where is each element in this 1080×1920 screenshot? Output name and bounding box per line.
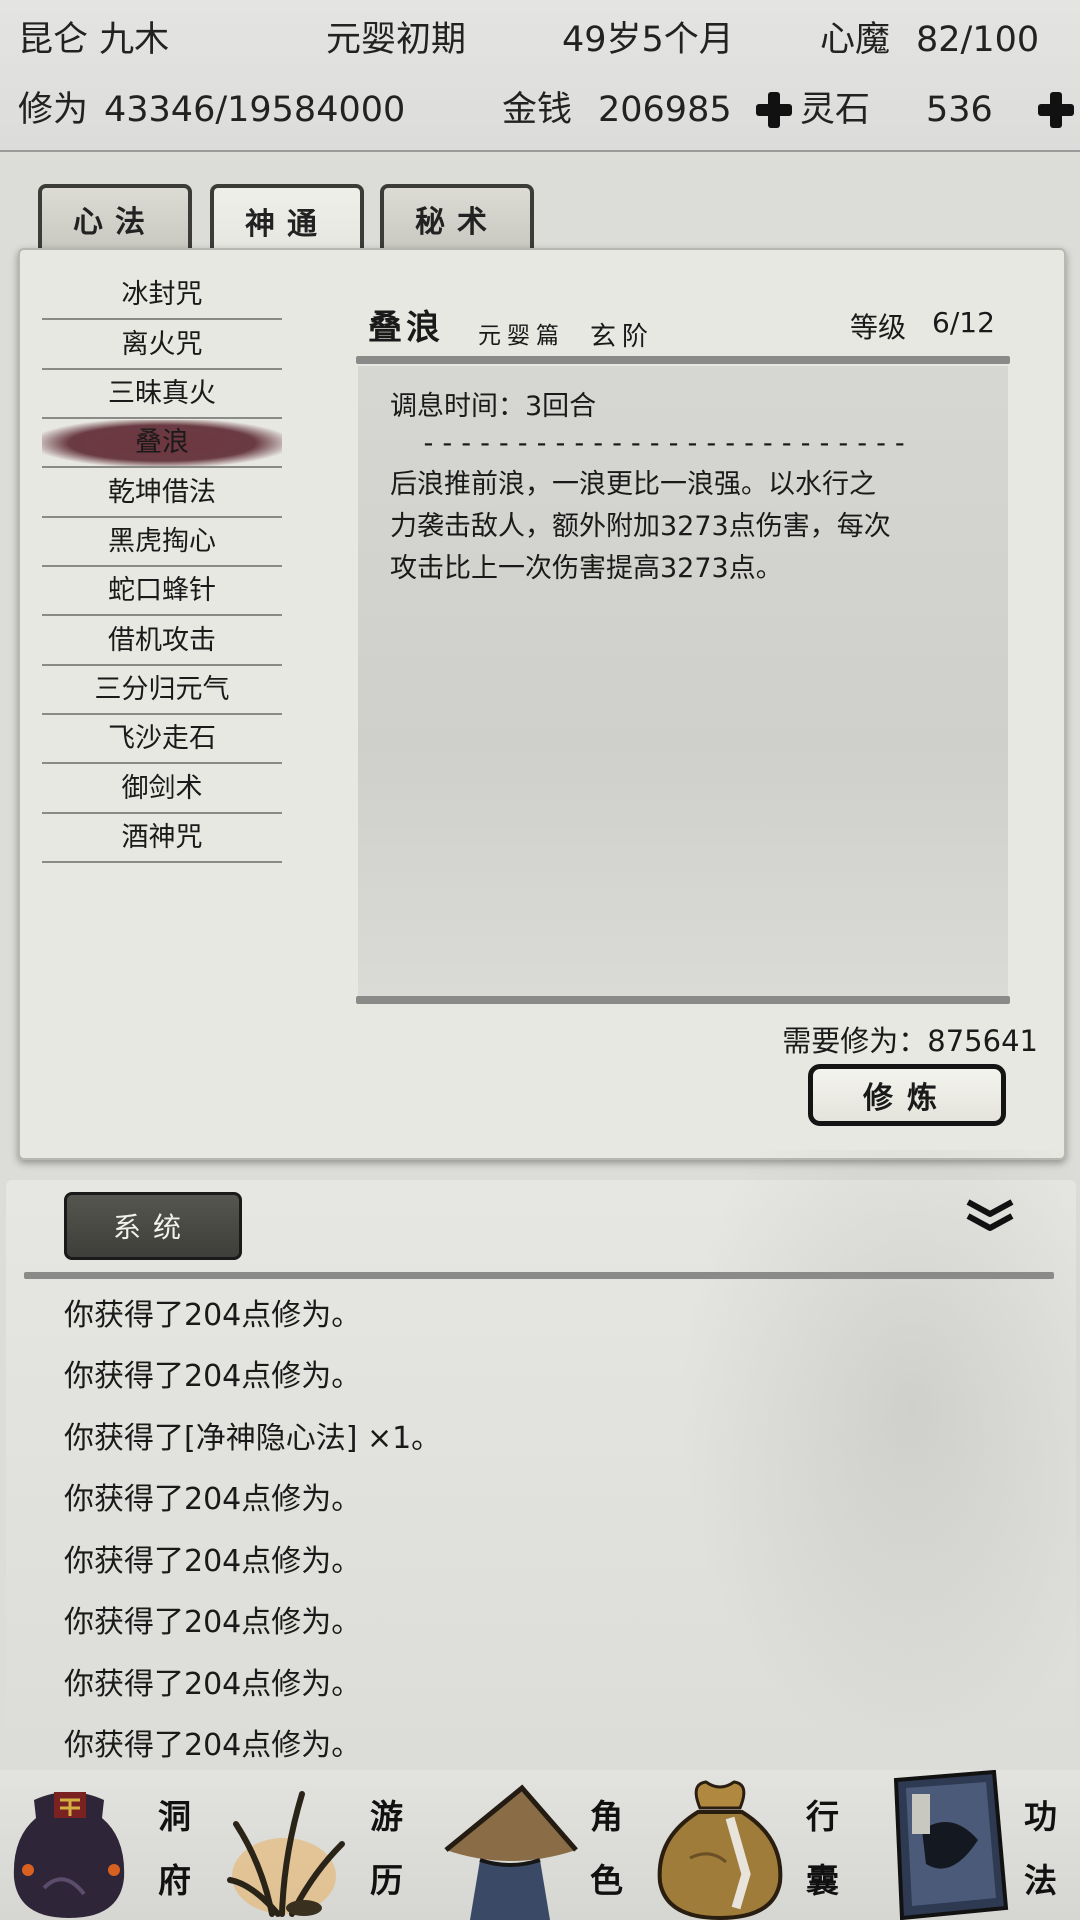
required-cultivation: 需要修为：875641 bbox=[782, 1018, 1038, 1060]
ink-mountain-backdrop bbox=[660, 1150, 1080, 1790]
nav-juese-label-top: 角 bbox=[590, 1797, 623, 1836]
manual-book-icon bbox=[893, 1770, 1009, 1920]
nav-gongfa-label-top: 功 bbox=[1024, 1797, 1057, 1836]
money-label: 金钱 bbox=[502, 90, 573, 130]
skill-item-shekoufengzhen[interactable]: 蛇口蜂针 bbox=[42, 568, 282, 616]
skill-item-dielang[interactable]: 叠浪 bbox=[42, 420, 282, 468]
skill-item-yujianshu[interactable]: 御剑术 bbox=[42, 766, 282, 814]
log-line: 你获得了204点修为。 bbox=[64, 1482, 362, 1517]
log-line: 你获得了204点修为。 bbox=[64, 1298, 362, 1333]
system-log-tab[interactable]: 系统 bbox=[64, 1192, 242, 1260]
straw-hat-character-icon bbox=[444, 1784, 578, 1920]
nav-youli-label-top: 游 bbox=[370, 1797, 403, 1836]
skill-item-qiankunjiefa[interactable]: 乾坤借法 bbox=[42, 470, 282, 518]
skill-description-line-1: 后浪推前浪，一浪更比一浪强。以水行之 bbox=[390, 469, 876, 500]
skill-item-sanfenguiyuanqi[interactable]: 三分归元气 bbox=[42, 667, 282, 715]
required-cultivation-label: 需要修为： bbox=[782, 1024, 928, 1058]
add-money-icon[interactable] bbox=[754, 90, 794, 130]
heart-demon-label: 心魔 bbox=[820, 20, 891, 60]
collapse-chevron-icon[interactable] bbox=[962, 1198, 1018, 1234]
detail-bottom-divider bbox=[356, 996, 1010, 1004]
level-label: 等级 bbox=[850, 311, 907, 344]
skill-item-bingfengzhou[interactable]: 冰封咒 bbox=[42, 272, 282, 320]
nav-juese-label-bottom: 色 bbox=[590, 1861, 623, 1900]
cultivation-label: 修为 bbox=[18, 90, 89, 130]
detail-top-divider bbox=[356, 356, 1010, 364]
skill-item-feishazoushi[interactable]: 飞沙走石 bbox=[42, 716, 282, 764]
nav-xingnang-label-bottom: 囊 bbox=[806, 1861, 839, 1900]
log-line: 你获得了204点修为。 bbox=[64, 1728, 362, 1763]
add-spirit-stone-icon[interactable] bbox=[1036, 90, 1076, 130]
log-line: 你获得了204点修为。 bbox=[64, 1605, 362, 1640]
skill-grade: 玄阶 bbox=[590, 322, 655, 352]
log-line: 你获得了204点修为。 bbox=[64, 1359, 362, 1394]
skill-title: 叠浪 bbox=[368, 308, 444, 348]
player-age: 49岁5个月 bbox=[562, 20, 734, 60]
spirit-stone-value: 536 bbox=[926, 90, 993, 130]
cultivation-value: 43346/19584000 bbox=[104, 90, 406, 130]
log-line: 你获得了204点修为。 bbox=[64, 1667, 362, 1702]
description-separator: -------------------------- bbox=[420, 426, 911, 459]
skill-item-jiejigongji[interactable]: 借机攻击 bbox=[42, 618, 282, 666]
level-value: 6/12 bbox=[932, 306, 995, 339]
skill-item-lihuozhou[interactable]: 离火咒 bbox=[42, 322, 282, 370]
heart-demon-value: 82/100 bbox=[916, 20, 1040, 60]
tab-xinfa[interactable]: 心法 bbox=[38, 184, 192, 250]
money-value: 206985 bbox=[598, 90, 732, 130]
skill-description-line-3: 攻击比上一次伤害提高3273点。 bbox=[390, 553, 783, 584]
nav-gongfa-label-bottom: 法 bbox=[1024, 1861, 1057, 1900]
log-line: 你获得了[净神隐心法] ×1。 bbox=[64, 1421, 442, 1456]
train-button[interactable]: 修炼 bbox=[808, 1064, 1006, 1126]
bottom-nav: 洞 府 游 历 角 色 行 囊 功 法 bbox=[0, 1770, 1080, 1920]
log-divider bbox=[24, 1272, 1054, 1279]
spirit-stone-label: 灵石 bbox=[800, 90, 871, 130]
skill-description-box bbox=[358, 366, 1008, 996]
nav-xingnang-label-top: 行 bbox=[806, 1797, 839, 1836]
skill-item-sanmeizhenhuo[interactable]: 三昧真火 bbox=[42, 371, 282, 419]
cultivation-realm: 元婴初期 bbox=[326, 20, 467, 60]
status-bar: 昆仑 九木 元婴初期 49岁5个月 心魔 82/100 修为 43346/195… bbox=[0, 0, 1080, 152]
required-cultivation-value: 875641 bbox=[927, 1024, 1038, 1058]
skill-item-jiushenzhou[interactable]: 酒神咒 bbox=[42, 815, 282, 863]
skill-chapter: 元婴篇 bbox=[478, 323, 565, 349]
herb-plant-icon bbox=[227, 1791, 345, 1917]
tab-mishu[interactable]: 秘术 bbox=[380, 184, 534, 250]
player-name: 昆仑 九木 bbox=[18, 20, 170, 60]
tab-shentong[interactable]: 神通 bbox=[210, 184, 364, 254]
skill-item-heihutaoxin[interactable]: 黑虎掏心 bbox=[42, 519, 282, 567]
nav-dongfu-label-top: 洞 bbox=[158, 1797, 191, 1836]
skill-description-line-2: 力袭击敌人，额外附加3273点伤害，每次 bbox=[390, 511, 891, 542]
cloth-bag-icon bbox=[657, 1780, 783, 1920]
nav-dongfu-label-bottom: 府 bbox=[158, 1861, 191, 1900]
cave-jar-icon bbox=[13, 1792, 125, 1918]
nav-youli-label-bottom: 历 bbox=[370, 1861, 403, 1900]
log-line: 你获得了204点修为。 bbox=[64, 1544, 362, 1579]
skill-cooldown: 调息时间：3回合 bbox=[390, 391, 597, 422]
